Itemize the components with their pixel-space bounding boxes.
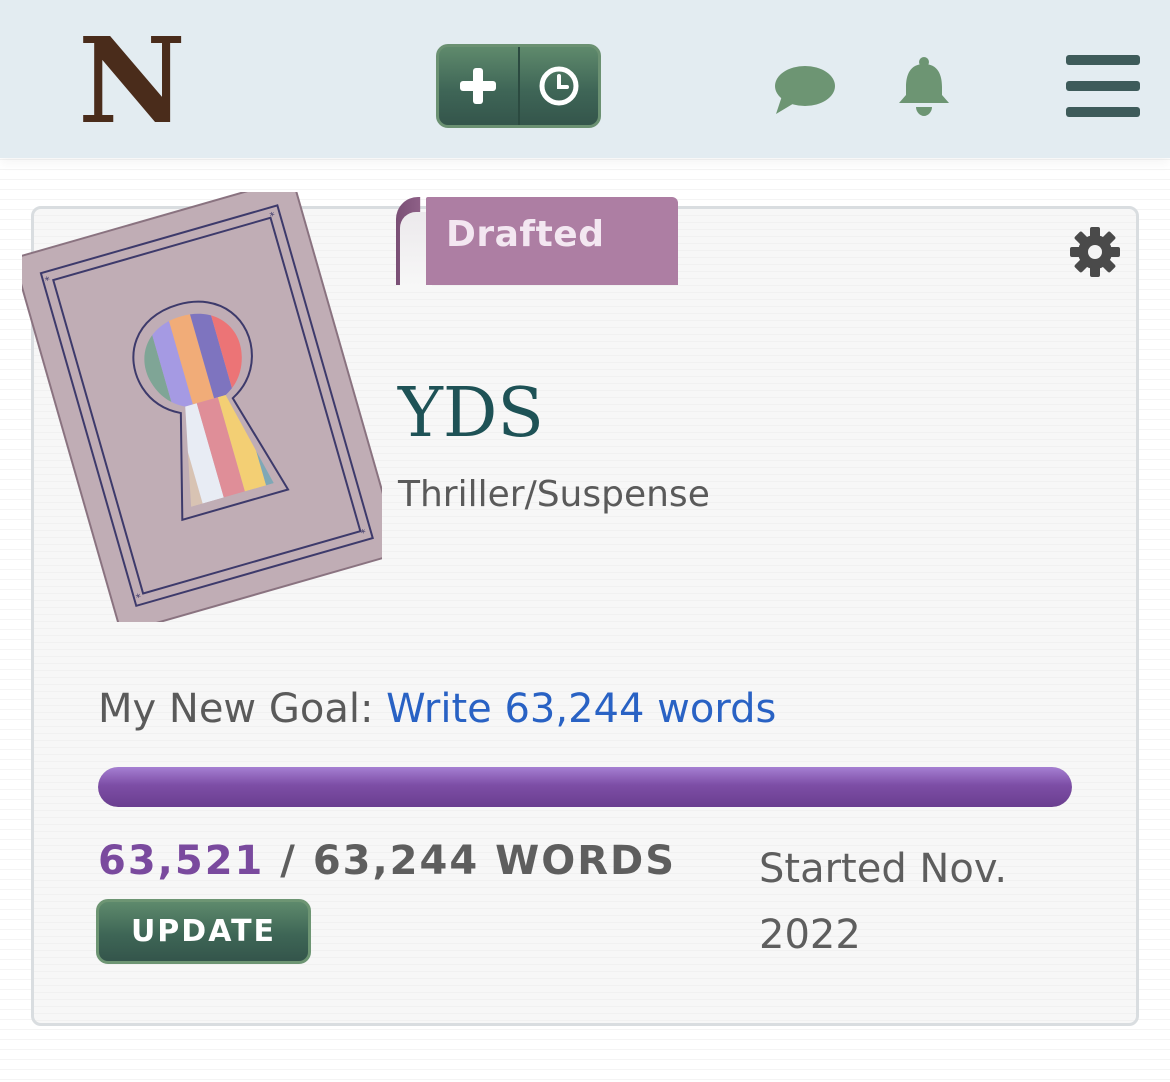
site-logo[interactable]: N <box>78 22 186 140</box>
quick-actions-button-group <box>436 44 601 128</box>
project-title[interactable]: YDS <box>398 374 544 453</box>
goal-line: My New Goal: Write 63,244 words <box>98 686 776 732</box>
status-badge-label: Drafted <box>446 214 605 255</box>
plus-icon <box>460 68 497 104</box>
bell-icon[interactable] <box>893 55 955 117</box>
goal-link[interactable]: Write 63,244 words <box>386 686 776 732</box>
goal-label: My New Goal: <box>98 686 374 732</box>
project-genre: Thriller/Suspense <box>398 474 710 515</box>
start-date: Started Nov. 2022 <box>759 846 1008 958</box>
hamburger-menu-icon[interactable] <box>1066 55 1140 117</box>
word-count-goal: / 63,244 WORDS <box>264 838 677 884</box>
word-count-progress-bar <box>98 767 1072 807</box>
progress-fill <box>98 767 1072 807</box>
top-navigation-bar: N <box>0 0 1170 158</box>
book-cover-image[interactable]: * * * * <box>22 192 382 622</box>
gear-icon[interactable] <box>1069 226 1121 278</box>
update-button[interactable]: UPDATE <box>96 899 311 964</box>
word-count: 63,521 / 63,244 WORDS <box>98 838 676 884</box>
word-count-current: 63,521 <box>98 838 265 884</box>
timer-button[interactable] <box>520 47 599 125</box>
add-new-button[interactable] <box>439 47 518 125</box>
chat-bubble-icon[interactable] <box>772 62 836 118</box>
clock-icon <box>539 66 579 106</box>
